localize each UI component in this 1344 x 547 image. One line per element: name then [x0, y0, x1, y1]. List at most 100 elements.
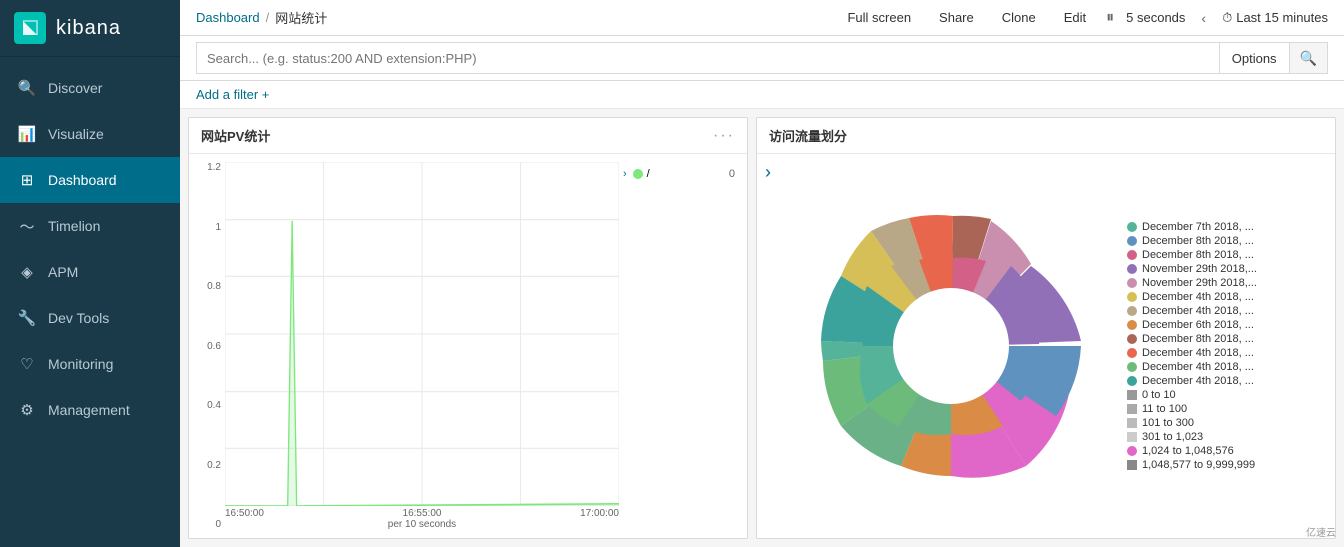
sidebar-item-label: Management: [48, 402, 130, 418]
legend-label-15: 301 to 1,023: [1142, 431, 1203, 443]
search-input[interactable]: [196, 42, 1219, 74]
legend-label-3: November 29th 2018,...: [1142, 263, 1257, 275]
legend-dot-11: [1127, 376, 1137, 386]
legend-dot-15: [1127, 432, 1137, 442]
search-bar: Options 🔍: [180, 36, 1344, 81]
sidebar-item-label: Dev Tools: [48, 310, 109, 326]
management-icon: ⚙: [16, 399, 38, 421]
legend-item-11: December 4th 2018, ...: [1127, 375, 1327, 387]
legend-value: 0: [729, 168, 735, 180]
legend-color-dot: [633, 169, 643, 179]
time-picker[interactable]: ⏱ Last 15 minutes: [1222, 10, 1328, 26]
donut-container: ›: [765, 162, 1327, 530]
sidebar-item-label: Discover: [48, 80, 102, 96]
legend-label: /: [647, 168, 650, 180]
breadcrumb-separator: /: [266, 10, 270, 25]
legend-label-1: December 8th 2018, ...: [1142, 235, 1254, 247]
visualize-icon: 📊: [16, 123, 38, 145]
legend-item-6: December 4th 2018, ...: [1127, 305, 1327, 317]
topbar-actions: Full screen Share Clone Edit ⏸ 5 seconds…: [839, 6, 1328, 29]
dashboard-icon: ⊞: [16, 169, 38, 191]
kibana-logo-icon: [14, 12, 46, 44]
traffic-panel-title: 访问流量划分: [769, 126, 847, 145]
legend-dot-5: [1127, 292, 1137, 302]
apm-icon: ◈: [16, 261, 38, 283]
legend-item-1: December 8th 2018, ...: [1127, 235, 1327, 247]
fullscreen-button[interactable]: Full screen: [839, 6, 919, 29]
traffic-panel-body: ›: [757, 154, 1335, 538]
sidebar-item-visualize[interactable]: 📊 Visualize: [0, 111, 180, 157]
options-button[interactable]: Options: [1219, 42, 1289, 74]
sidebar-item-management[interactable]: ⚙ Management: [0, 387, 180, 433]
legend-label-14: 101 to 300: [1142, 417, 1194, 429]
sidebar-item-dashboard[interactable]: ⊞ Dashboard: [0, 157, 180, 203]
legend-label-4: November 29th 2018,...: [1142, 277, 1257, 289]
legend-item-13: 11 to 100: [1127, 403, 1327, 415]
legend-item-2: December 8th 2018, ...: [1127, 249, 1327, 261]
sidebar-item-monitoring[interactable]: ♡ Monitoring: [0, 341, 180, 387]
watermark: 亿速云: [1306, 524, 1336, 539]
clone-button[interactable]: Clone: [994, 6, 1044, 29]
sidebar-item-apm[interactable]: ◈ APM: [0, 249, 180, 295]
legend-label-7: December 6th 2018, ...: [1142, 319, 1254, 331]
pv-panel-menu[interactable]: ···: [713, 127, 735, 145]
legend-item-8: December 8th 2018, ...: [1127, 333, 1327, 345]
kibana-logo-text: kibana: [56, 17, 121, 40]
prev-time-arrow[interactable]: ‹: [1197, 8, 1210, 28]
sidebar-item-label: Timelion: [48, 218, 100, 234]
legend-item-17: 1,048,577 to 9,999,999: [1127, 459, 1327, 471]
add-filter-button[interactable]: Add a filter +: [196, 87, 269, 102]
chart-legend: › / 0: [619, 162, 739, 530]
chart-x-labels: 16:50:00 16:55:00 17:00:00: [225, 506, 619, 519]
legend-dot-3: [1127, 264, 1137, 274]
donut-chart-area: [791, 186, 1111, 506]
legend-dot-7: [1127, 320, 1137, 330]
pv-panel-body: 1.2 1 0.8 0.6 0.4 0.2 0: [189, 154, 747, 538]
filter-bar: Add a filter +: [180, 81, 1344, 109]
sidebar-item-timelion[interactable]: 〜 Timelion: [0, 203, 180, 249]
legend-label-10: December 4th 2018, ...: [1142, 361, 1254, 373]
breadcrumb-current: 网站统计: [275, 8, 327, 27]
sidebar-item-discover[interactable]: 🔍 Discover: [0, 65, 180, 111]
legend-label-5: December 4th 2018, ...: [1142, 291, 1254, 303]
share-button[interactable]: Share: [931, 6, 982, 29]
donut-legend: December 7th 2018, ... December 8th 2018…: [1127, 221, 1327, 471]
sidebar-item-label: Visualize: [48, 126, 104, 142]
chart-svg-area: [225, 162, 619, 506]
refresh-interval[interactable]: 5 seconds: [1126, 10, 1185, 25]
time-picker-label: Last 15 minutes: [1236, 10, 1328, 25]
breadcrumb-link[interactable]: Dashboard: [196, 10, 260, 25]
sidebar-item-label: APM: [48, 264, 78, 280]
breadcrumb: Dashboard / 网站统计: [196, 8, 327, 27]
pv-panel-title: 网站PV统计: [201, 126, 270, 145]
legend-label-0: December 7th 2018, ...: [1142, 221, 1254, 233]
pv-panel-header: 网站PV统计 ···: [189, 118, 747, 154]
legend-item-0: December 7th 2018, ...: [1127, 221, 1327, 233]
legend-item-14: 101 to 300: [1127, 417, 1327, 429]
sidebar-nav: 🔍 Discover 📊 Visualize ⊞ Dashboard 〜 Tim…: [0, 57, 180, 547]
legend-label-12: 0 to 10: [1142, 389, 1176, 401]
legend-item-3: November 29th 2018,...: [1127, 263, 1327, 275]
edit-button[interactable]: Edit: [1056, 6, 1094, 29]
legend-dot-13: [1127, 404, 1137, 414]
legend-dot-16: [1127, 446, 1137, 456]
legend-dot-8: [1127, 334, 1137, 344]
panels-icon: ⏸: [1106, 9, 1114, 27]
legend-expand-icon[interactable]: ›: [623, 168, 627, 180]
donut-expand-button[interactable]: ›: [765, 162, 771, 183]
legend-dot-6: [1127, 306, 1137, 316]
traffic-panel: 访问流量划分 ›: [756, 117, 1336, 539]
legend-dot-2: [1127, 250, 1137, 260]
legend-label-6: December 4th 2018, ...: [1142, 305, 1254, 317]
pv-chart-container: 1.2 1 0.8 0.6 0.4 0.2 0: [197, 162, 739, 530]
legend-label-11: December 4th 2018, ...: [1142, 375, 1254, 387]
legend-label-8: December 8th 2018, ...: [1142, 333, 1254, 345]
legend-label-2: December 8th 2018, ...: [1142, 249, 1254, 261]
sidebar-item-devtools[interactable]: 🔧 Dev Tools: [0, 295, 180, 341]
legend-dot-12: [1127, 390, 1137, 400]
chart-y-axis: 1.2 1 0.8 0.6 0.4 0.2 0: [197, 162, 225, 530]
legend-dot-17: [1127, 460, 1137, 470]
search-submit-button[interactable]: 🔍: [1289, 42, 1328, 74]
legend-dot-4: [1127, 278, 1137, 288]
legend-item-15: 301 to 1,023: [1127, 431, 1327, 443]
